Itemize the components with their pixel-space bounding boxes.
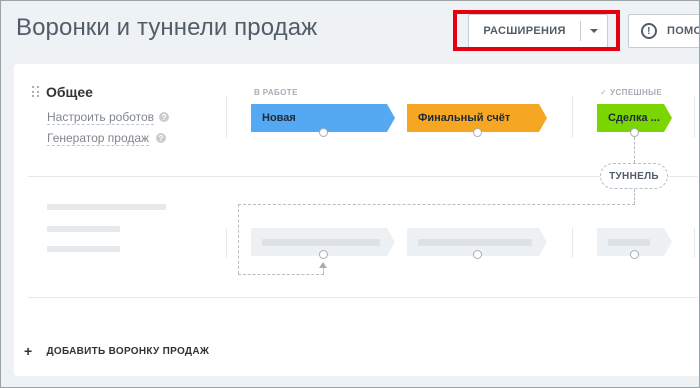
tunnel-connector-dot[interactable]	[630, 250, 639, 259]
tunnel-line	[238, 204, 635, 205]
check-icon: ✓	[600, 88, 608, 97]
question-hint-icon[interactable]: ?	[159, 112, 169, 122]
skeleton-bar	[262, 239, 380, 246]
add-funnel-button[interactable]: + ДОБАВИТЬ ВОРОНКУ ПРОДАЖ	[24, 343, 209, 359]
tunnel-badge[interactable]: ТУННЕЛЬ	[600, 163, 668, 189]
tunnel-arrow-icon	[319, 262, 327, 268]
sales-generator-link[interactable]: Генератор продаж	[47, 131, 150, 146]
chevron-down-icon	[590, 29, 598, 33]
extensions-button-group[interactable]: РАСШИРЕНИЯ	[468, 14, 608, 48]
group-label-in-work: В РАБОТЕ	[254, 88, 298, 97]
tunnel-line	[238, 204, 239, 274]
tunnel-line	[634, 137, 635, 163]
skeleton-bar	[608, 239, 650, 246]
help-button[interactable]: ! ПОМО	[628, 14, 700, 48]
tunnel-connector-dot[interactable]	[319, 128, 328, 137]
question-hint-icon[interactable]: ?	[156, 133, 166, 143]
column-divider	[572, 228, 573, 258]
skeleton-line	[47, 246, 120, 252]
row-divider	[28, 176, 601, 177]
column-divider	[226, 96, 227, 138]
question-circle-icon: !	[641, 23, 657, 39]
skeleton-line	[47, 204, 166, 210]
column-divider	[572, 96, 573, 138]
group-label-successful: ✓ УСПЕШНЫЕ	[600, 88, 662, 97]
plus-icon: +	[24, 343, 33, 359]
row-divider	[28, 297, 698, 298]
setup-robots-link[interactable]: Настроить роботов	[47, 110, 155, 125]
stage-label: Сделка ...	[608, 112, 660, 124]
group-label-successful-text: УСПЕШНЫЕ	[610, 88, 663, 97]
tunnel-line	[238, 274, 324, 275]
column-divider	[694, 96, 695, 138]
tunnel-line	[634, 189, 635, 204]
column-divider	[694, 228, 695, 258]
drag-handle-icon[interactable]	[32, 86, 40, 98]
extensions-dropdown-button[interactable]	[581, 15, 607, 47]
skeleton-line	[47, 226, 120, 232]
add-funnel-label: ДОБАВИТЬ ВОРОНКУ ПРОДАЖ	[46, 345, 210, 357]
column-divider	[226, 228, 227, 258]
stage-label: Финальный счёт	[418, 112, 511, 124]
tunnel-connector-dot[interactable]	[630, 128, 639, 137]
row-divider	[668, 176, 698, 177]
tunnel-connector-dot[interactable]	[473, 128, 482, 137]
stage-label: Новая	[262, 112, 296, 124]
funnel-name: Общее	[46, 84, 93, 100]
skeleton-bar	[418, 239, 532, 246]
tunnel-connector-dot[interactable]	[473, 250, 482, 259]
extensions-button[interactable]: РАСШИРЕНИЯ	[469, 15, 580, 47]
tunnel-connector-dot[interactable]	[319, 250, 328, 259]
help-button-label: ПОМО	[667, 25, 700, 37]
page-title: Воронки и туннели продаж	[16, 14, 318, 41]
